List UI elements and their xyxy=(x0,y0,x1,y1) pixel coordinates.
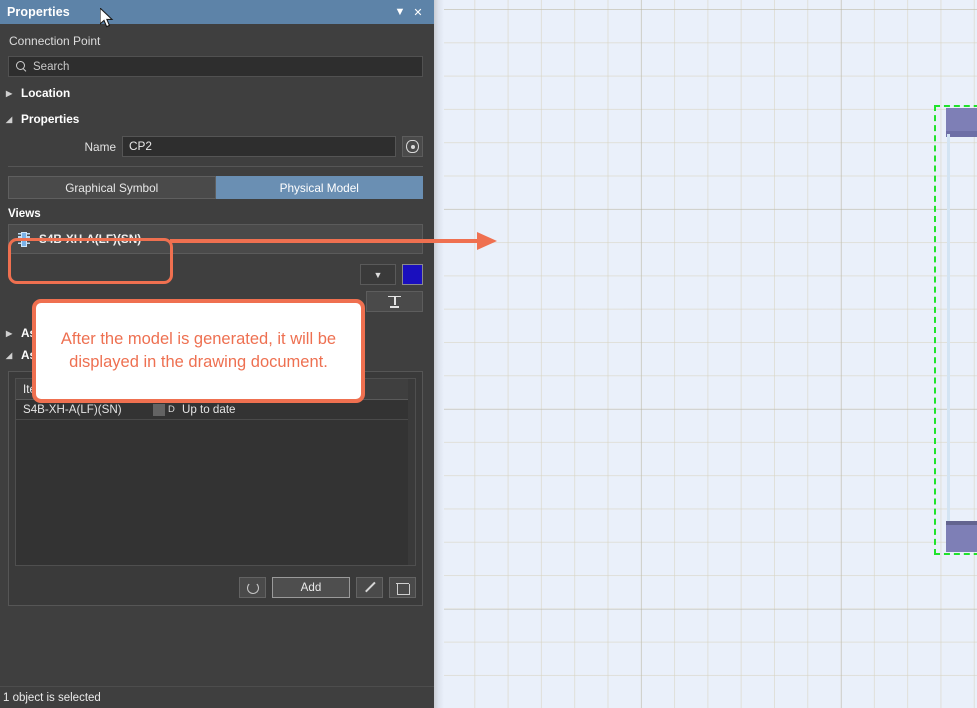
edit-button[interactable] xyxy=(356,577,383,598)
model-rail-top xyxy=(946,108,977,132)
mouse-cursor xyxy=(100,8,114,28)
add-button[interactable]: Add xyxy=(272,577,350,598)
tab-physical-model[interactable]: Physical Model xyxy=(216,176,424,199)
style-dropdown[interactable]: ▼ xyxy=(360,264,396,285)
panel-subtitle: Connection Point xyxy=(0,24,434,52)
lifecycle-chip-icon xyxy=(153,404,165,416)
visibility-button[interactable] xyxy=(402,136,423,157)
panel-titlebar: Properties ▼ ✕ xyxy=(0,0,434,24)
app-root: Properties ▼ ✕ Connection Point Search ▶… xyxy=(0,0,977,708)
refresh-icon xyxy=(247,582,259,594)
name-field[interactable]: CP2 xyxy=(122,136,396,157)
drawing-canvas[interactable] xyxy=(434,0,977,708)
properties-group: Name CP2 Graphical Symbol Physical Model… xyxy=(0,129,434,312)
chevron-down-icon: ◢ xyxy=(6,351,15,360)
views-selected-value: S4B-XH-A(LF)(SN) xyxy=(39,232,141,246)
chevron-right-icon: ▶ xyxy=(6,329,15,338)
chevron-down-icon: ◢ xyxy=(6,115,15,124)
search-placeholder: Search xyxy=(33,61,69,73)
chip-icon xyxy=(18,232,30,247)
divider xyxy=(8,166,423,167)
search-input[interactable]: Search xyxy=(8,56,423,77)
name-row: Name CP2 xyxy=(8,131,423,157)
model-left-edge xyxy=(947,134,950,524)
model-rail-top-shadow xyxy=(946,131,977,137)
text-style-icon xyxy=(388,296,401,308)
canvas-left-gutter xyxy=(434,0,444,708)
delete-button[interactable] xyxy=(389,577,416,598)
associated-parts-table[interactable]: Item Life Revision Status S4B-XH-A(LF)(S… xyxy=(15,378,416,566)
panel-title: Properties xyxy=(7,5,391,19)
color-swatch[interactable] xyxy=(402,264,423,285)
tab-graphical-symbol[interactable]: Graphical Symbol xyxy=(8,176,216,199)
section-label-properties: Properties xyxy=(21,112,79,126)
table-row[interactable]: S4B-XH-A(LF)(SN) D Up to date xyxy=(16,400,415,420)
views-label: Views xyxy=(8,199,423,224)
pencil-icon xyxy=(363,581,376,594)
refresh-button[interactable] xyxy=(239,577,266,598)
annotation-callout-text: After the model is generated, it will be… xyxy=(50,328,347,374)
trash-icon xyxy=(397,582,408,594)
associated-parts-container: Item Life Revision Status S4B-XH-A(LF)(S… xyxy=(8,371,423,606)
status-text: 1 object is selected xyxy=(3,692,101,704)
table-toolbar: Add xyxy=(9,572,422,605)
search-area: Search xyxy=(0,52,434,77)
lifecycle-letter: D xyxy=(168,404,175,415)
collapse-icon[interactable]: ▼ xyxy=(391,6,409,18)
triangle-down-icon: ▼ xyxy=(374,270,383,280)
model-rail-bottom xyxy=(946,525,977,552)
chevron-right-icon: ▶ xyxy=(6,89,15,98)
status-bar: 1 object is selected xyxy=(0,686,434,708)
text-style-button[interactable] xyxy=(366,291,423,312)
table-scrollbar[interactable] xyxy=(408,379,415,565)
close-icon[interactable]: ✕ xyxy=(409,6,427,19)
sidebar-item-location[interactable]: ▶ Location xyxy=(0,77,434,103)
connector-3d-model[interactable] xyxy=(936,107,977,553)
style-color-row: ▼ xyxy=(8,264,423,285)
annotation-arrow-line xyxy=(170,239,480,243)
search-icon xyxy=(16,61,27,72)
annotation-arrow-head xyxy=(477,232,497,250)
annotation-callout: After the model is generated, it will be… xyxy=(32,299,365,403)
name-label: Name xyxy=(8,140,116,154)
view-mode-tabs: Graphical Symbol Physical Model xyxy=(8,176,423,199)
sidebar-item-properties[interactable]: ◢ Properties xyxy=(0,103,434,129)
eye-icon xyxy=(406,140,419,153)
section-label-location: Location xyxy=(21,86,70,100)
